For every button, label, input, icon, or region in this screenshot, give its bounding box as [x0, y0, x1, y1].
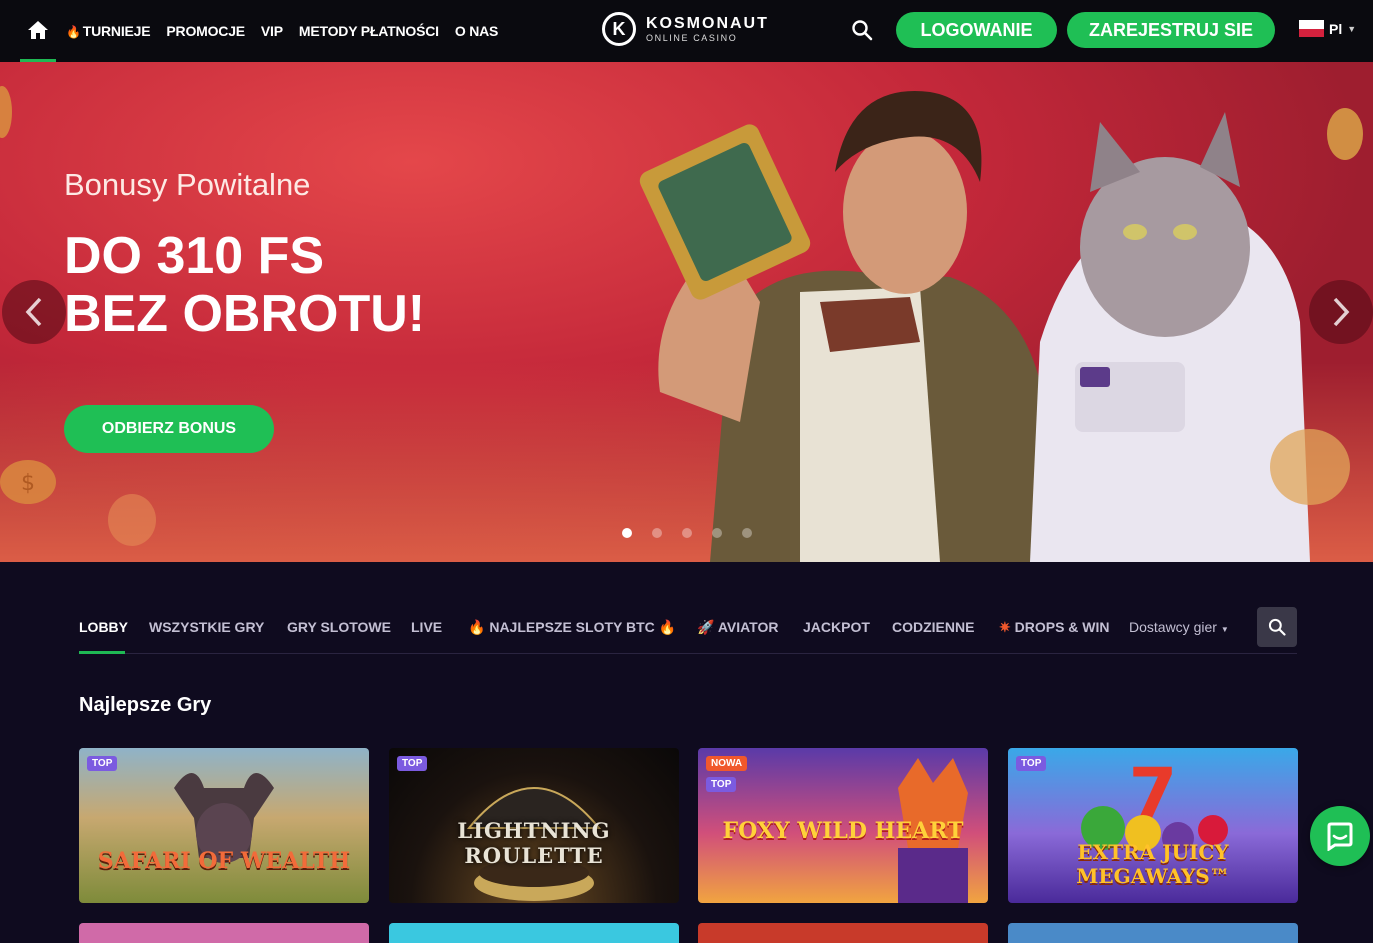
game-title: FOXY WILD HEART	[722, 818, 964, 844]
caret-down-icon: ▼	[1347, 23, 1357, 34]
nav-payment-methods[interactable]: METODY PŁATNOŚCI	[299, 23, 439, 39]
previous-slide-button[interactable]	[2, 280, 66, 344]
hero-banner: $ Bonusy Powitalne DO 310 FS BEZ OBROTU!…	[0, 62, 1373, 562]
slide-dot[interactable]	[622, 528, 632, 538]
main-nav: 🔥 TURNIEJE PROMOCJE VIP METODY PŁATNOŚCI …	[66, 0, 498, 62]
login-button[interactable]: LOGOWANIE	[896, 12, 1057, 48]
nav-vip[interactable]: VIP	[261, 23, 283, 39]
register-button[interactable]: ZAREJESTRUJ SIE	[1067, 12, 1275, 48]
slide-indicators	[622, 528, 752, 538]
coin-icon	[0, 86, 12, 138]
chat-icon	[1327, 822, 1353, 851]
top-badge: TOP	[87, 756, 118, 771]
nav-about[interactable]: O NAS	[455, 23, 499, 39]
game-card-safari[interactable]: TOP SAFARI OF WEALTH	[79, 748, 369, 903]
tab-best-btc-slots[interactable]: 🔥 NAJLEPSZE SLOTY BTC 🔥	[468, 619, 676, 636]
tab-jackpot[interactable]: JACKPOT	[803, 619, 870, 635]
slide-dot[interactable]	[742, 528, 752, 538]
poland-flag-icon	[1299, 20, 1324, 37]
language-selector[interactable]: Pl ▼	[1299, 20, 1356, 37]
next-slide-button[interactable]	[1309, 280, 1373, 344]
live-chat-button[interactable]	[1310, 806, 1370, 866]
home-icon	[28, 20, 48, 39]
search-icon[interactable]	[850, 18, 874, 42]
logo-name: KOSMONAUT	[646, 15, 769, 32]
home-button[interactable]	[20, 0, 56, 62]
logo-subtitle: ONLINE CASINO	[646, 33, 738, 43]
game-card-row2[interactable]	[698, 923, 988, 943]
site-logo[interactable]: K KOSMONAUT ONLINE CASINO	[602, 12, 769, 46]
rocket-icon: 🚀	[697, 619, 715, 635]
fire-icon: 🔥	[66, 25, 81, 39]
game-title: SAFARI OF WEALTH	[97, 848, 351, 874]
language-label: Pl	[1329, 20, 1343, 37]
game-card-row2[interactable]	[79, 923, 369, 943]
slide-dot[interactable]	[682, 528, 692, 538]
coin-icon: $	[0, 460, 56, 504]
tab-slots[interactable]: GRY SLOTOWE	[287, 619, 391, 635]
slide-dot[interactable]	[652, 528, 662, 538]
hero-subtitle: Bonusy Powitalne	[64, 167, 311, 202]
hero-title: DO 310 FS BEZ OBROTU!	[64, 227, 426, 343]
game-card-lightning-roulette[interactable]: TOP LIGHTNING ROULETTE	[389, 748, 679, 903]
search-icon	[1268, 618, 1286, 636]
sparkle-icon: ✷	[999, 619, 1011, 635]
top-header: 🔥 TURNIEJE PROMOCJE VIP METODY PŁATNOŚCI …	[0, 0, 1373, 62]
top-badge: TOP	[706, 777, 737, 792]
tab-daily[interactable]: CODZIENNE	[892, 619, 974, 635]
game-card-foxy-wild-heart[interactable]: NOWA TOP FOXY WILD HEART	[698, 748, 988, 903]
claim-bonus-button[interactable]: ODBIERZ BONUS	[64, 405, 274, 453]
providers-dropdown[interactable]: Dostawcy gier ▼	[1129, 619, 1229, 635]
chevron-left-icon	[25, 297, 42, 327]
game-card-extra-juicy[interactable]: TOP 7 EXTRA JUICY MEGAWAYS™	[1008, 748, 1298, 903]
tab-lobby[interactable]: LOBBY	[79, 619, 128, 635]
tab-all-games[interactable]: WSZYSTKIE GRY	[149, 619, 264, 635]
caret-down-icon: ▼	[1220, 625, 1229, 634]
fire-icon: 🔥	[658, 619, 677, 635]
top-badge: TOP	[397, 756, 428, 771]
hero-characters-illustration	[639, 91, 1350, 562]
game-category-tabs: LOBBY WSZYSTKIE GRY GRY SLOTOWE LIVE 🔥 N…	[79, 607, 1297, 654]
nav-promocje[interactable]: PROMOCJE	[166, 23, 245, 39]
chevron-right-icon	[1333, 297, 1350, 327]
section-title: Najlepsze Gry	[79, 694, 212, 716]
nav-turnieje[interactable]: 🔥 TURNIEJE	[66, 23, 151, 39]
coin-icon	[108, 494, 156, 546]
fire-icon: 🔥	[468, 619, 486, 635]
tab-drops-win[interactable]: ✷ DROPS & WIN	[999, 619, 1109, 636]
logo-k-icon: K	[602, 12, 636, 46]
tab-aviator[interactable]: 🚀 AVIATOR	[697, 619, 778, 636]
new-badge: NOWA	[706, 756, 748, 771]
game-card-row2[interactable]	[1008, 923, 1298, 943]
slide-dot[interactable]	[712, 528, 722, 538]
tab-live[interactable]: LIVE	[411, 619, 442, 635]
game-title: LIGHTNING ROULETTE	[457, 818, 611, 868]
game-title: EXTRA JUICY MEGAWAYS™	[1076, 840, 1230, 888]
game-search-button[interactable]	[1257, 607, 1297, 647]
top-badge: TOP	[1016, 756, 1047, 771]
svg-text:$: $	[21, 471, 35, 496]
game-card-row2[interactable]	[389, 923, 679, 943]
active-tab-indicator	[79, 651, 125, 654]
